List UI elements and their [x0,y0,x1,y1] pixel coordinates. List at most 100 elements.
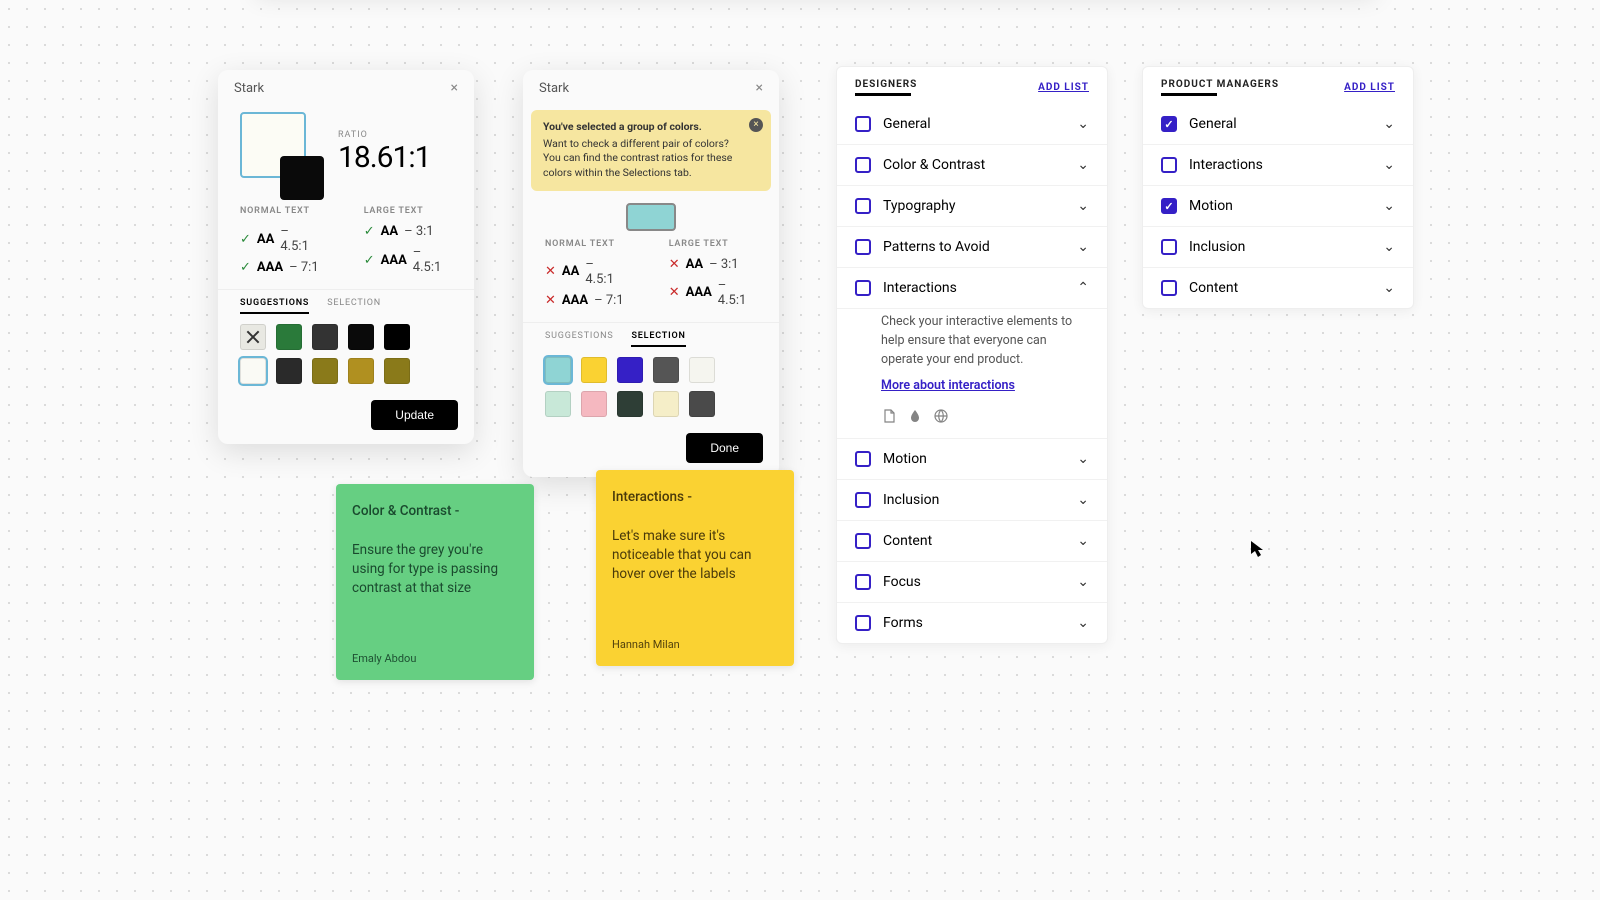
checkbox[interactable] [855,116,871,132]
swatch[interactable] [689,391,715,417]
chevron-down-icon[interactable]: ⌄ [1077,574,1089,590]
chevron-down-icon[interactable]: ⌄ [1077,116,1089,132]
swatch[interactable] [312,358,338,384]
chevron-down-icon[interactable]: ⌄ [1383,157,1395,173]
checklist-item[interactable]: Typography ⌄ [837,185,1107,226]
chevron-down-icon[interactable]: ⌄ [1077,451,1089,467]
swatch[interactable] [384,358,410,384]
checklist-title: DESIGNERS [855,79,917,96]
normal-text-head: NORMAL TEXT [240,206,320,216]
swatch[interactable] [653,357,679,383]
sticky-note-yellow[interactable]: Interactions - Let's make sure it's noti… [596,470,794,666]
checklist-label: Inclusion [883,492,939,508]
checklist-item[interactable]: Inclusion ⌄ [837,479,1107,520]
chevron-down-icon[interactable]: ⌄ [1077,157,1089,173]
checkbox[interactable] [1161,239,1177,255]
swatch[interactable] [689,357,715,383]
swatch[interactable] [653,391,679,417]
panel-header: Stark × [523,70,779,102]
swatch[interactable] [545,357,571,383]
checklist-item[interactable]: Forms ⌄ [837,602,1107,643]
checklist-item[interactable]: Content ⌄ [837,520,1107,561]
swatch[interactable] [348,324,374,350]
sticky-body: Ensure the grey you're using for type is… [352,541,518,598]
swatch[interactable] [240,358,266,384]
swatch[interactable] [240,324,266,350]
checkbox[interactable] [855,157,871,173]
checkbox[interactable] [1161,198,1177,214]
swatch[interactable] [617,357,643,383]
checklist-title: PRODUCT MANAGERS [1161,79,1279,96]
checklist-label: General [883,116,931,132]
update-button[interactable]: Update [371,400,458,430]
checkbox[interactable] [855,198,871,214]
swatch[interactable] [384,324,410,350]
sticky-title: Color & Contrast - [352,502,518,521]
sticky-title: Interactions - [612,488,778,507]
checkbox[interactable] [855,492,871,508]
comp-aaa-large: ✕AAA– 4.5:1 [669,278,757,308]
checkbox[interactable] [855,533,871,549]
close-icon[interactable]: × [756,80,763,96]
checkbox[interactable] [855,451,871,467]
cursor-icon [1250,540,1266,562]
checklist-item[interactable]: General ⌄ [1143,104,1413,144]
checklist-item[interactable]: Color & Contrast ⌄ [837,144,1107,185]
sticky-note-green[interactable]: Color & Contrast - Ensure the grey you'r… [336,484,534,680]
checklist-label: Inclusion [1189,239,1245,255]
swatch[interactable] [545,391,571,417]
done-button[interactable]: Done [686,433,763,463]
checklist-label: Motion [1189,198,1233,214]
chevron-up-icon[interactable]: ⌃ [1077,280,1089,296]
checklist-label: Patterns to Avoid [883,239,990,255]
checklist-item[interactable]: Motion ⌄ [1143,185,1413,226]
add-list-button[interactable]: ADD LIST [1038,82,1089,93]
swatch[interactable] [312,324,338,350]
chevron-down-icon[interactable]: ⌄ [1383,116,1395,132]
tab-suggestions[interactable]: SUGGESTIONS [545,331,613,347]
tab-suggestions[interactable]: SUGGESTIONS [240,298,309,314]
checkbox[interactable] [855,280,871,296]
checklist-item[interactable]: Interactions ⌄ [1143,144,1413,185]
checkbox[interactable] [855,239,871,255]
swatch[interactable] [581,357,607,383]
chevron-down-icon[interactable]: ⌄ [1077,492,1089,508]
swatch[interactable] [617,391,643,417]
more-link[interactable]: More about interactions [881,377,1015,396]
swatch[interactable] [276,358,302,384]
x-icon: ✕ [545,264,556,279]
sticky-body: Let's make sure it's noticeable that you… [612,527,778,584]
chevron-down-icon[interactable]: ⌄ [1383,198,1395,214]
checklist-item[interactable]: Inclusion ⌄ [1143,226,1413,267]
close-icon[interactable]: × [451,80,458,96]
swatch-background[interactable] [280,156,324,200]
checklist-item[interactable]: Patterns to Avoid ⌄ [837,226,1107,267]
add-list-button[interactable]: ADD LIST [1344,82,1395,93]
checklist-item[interactable]: Focus ⌄ [837,561,1107,602]
checkbox[interactable] [1161,116,1177,132]
swatch-suggestions [218,314,474,394]
checklist-item[interactable]: Content ⌄ [1143,267,1413,308]
checklist-item[interactable]: Motion ⌄ [837,438,1107,479]
swatch[interactable] [276,324,302,350]
chevron-down-icon[interactable]: ⌄ [1077,198,1089,214]
swatch[interactable] [581,391,607,417]
x-icon: ✕ [669,257,680,272]
checklist-item[interactable]: General ⌄ [837,104,1107,144]
chevron-down-icon[interactable]: ⌄ [1383,239,1395,255]
ratio-value: 18.61:1 [338,140,430,175]
checkbox[interactable] [1161,157,1177,173]
tab-selection[interactable]: SELECTION [327,298,381,314]
checkbox[interactable] [1161,280,1177,296]
chevron-down-icon[interactable]: ⌄ [1077,615,1089,631]
notice-close-icon[interactable]: × [749,118,763,132]
checklist-item[interactable]: Interactions ⌃ [837,267,1107,308]
chevron-down-icon[interactable]: ⌄ [1077,533,1089,549]
swatch[interactable] [348,358,374,384]
checkbox[interactable] [855,615,871,631]
tab-selection[interactable]: SELECTION [631,331,685,347]
chevron-down-icon[interactable]: ⌄ [1077,239,1089,255]
swatch-selection [523,347,779,427]
chevron-down-icon[interactable]: ⌄ [1383,280,1395,296]
checkbox[interactable] [855,574,871,590]
